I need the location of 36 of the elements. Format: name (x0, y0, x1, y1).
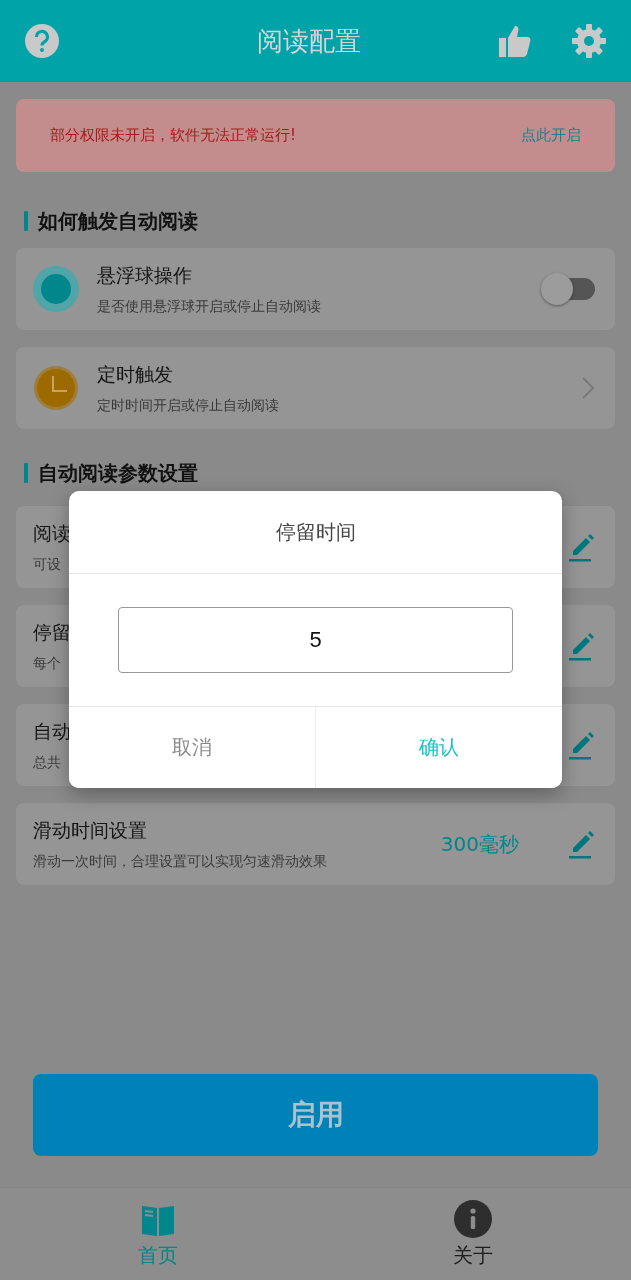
warning-message: 部分权限未开启，软件无法正常运行! (50, 126, 296, 145)
setting-description: 总共 (33, 753, 61, 772)
cancel-button[interactable]: 取消 (69, 707, 315, 788)
toggle-switch[interactable] (541, 273, 595, 305)
setting-title: 阅读 (33, 520, 71, 546)
pencil-icon[interactable] (567, 532, 595, 562)
pencil-icon[interactable] (567, 631, 595, 661)
input-field[interactable]: 5 (118, 607, 513, 673)
setting-title: 滑动时间设置 (33, 817, 147, 843)
section-title: 自动阅读参数设置 (38, 462, 198, 484)
help-icon[interactable] (24, 23, 60, 59)
setting-description: 每个 (33, 654, 61, 673)
setting-card[interactable]: 定时触发 定时时间开启或停止自动阅读 (16, 347, 615, 429)
setting-description: 定时时间开启或停止自动阅读 (97, 396, 279, 415)
nav-tab[interactable]: 关于 (315, 1188, 631, 1280)
floating-ball-icon (33, 266, 79, 312)
setting-value: 300毫秒 (440, 830, 519, 858)
setting-title: 悬浮球操作 (97, 262, 192, 288)
dialog-title: 停留时间 (69, 491, 562, 574)
settings-icon[interactable] (571, 23, 607, 59)
setting-description: 滑动一次时间，合理设置可以实现匀速滑动效果 (33, 852, 327, 871)
pencil-icon[interactable] (567, 730, 595, 760)
thumbs-up-icon[interactable] (497, 23, 533, 59)
setting-card[interactable]: 滑动时间设置 滑动一次时间，合理设置可以实现匀速滑动效果 300毫秒 (16, 803, 615, 885)
setting-description: 可设 (33, 555, 61, 574)
clock-icon (33, 365, 79, 411)
setting-title: 停留 (33, 619, 71, 645)
setting-description: 是否使用悬浮球开启或停止自动阅读 (97, 297, 321, 316)
setting-card[interactable]: 悬浮球操作 是否使用悬浮球开启或停止自动阅读 (16, 248, 615, 330)
chevron-right-icon[interactable] (581, 376, 595, 400)
info-icon (454, 1199, 493, 1238)
setting-title: 自动 (33, 718, 71, 744)
setting-title: 定时触发 (97, 361, 173, 387)
section-title: 如何触发自动阅读 (38, 210, 198, 232)
page-title: 阅读配置 (255, 24, 362, 58)
pencil-icon[interactable] (567, 829, 595, 859)
